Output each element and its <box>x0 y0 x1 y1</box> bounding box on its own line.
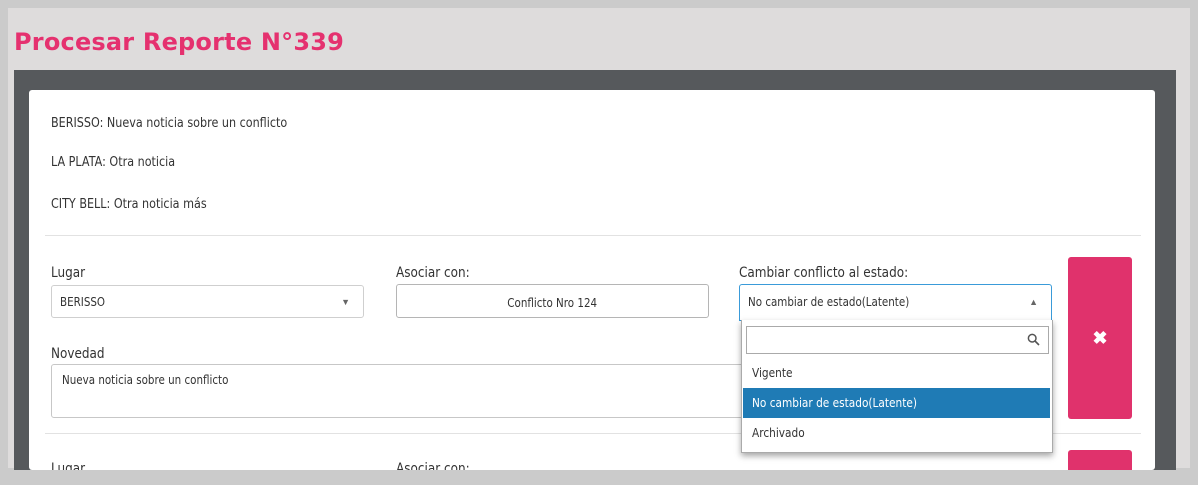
dropdown-option-latente[interactable]: No cambiar de estado(Latente) <box>743 388 1050 418</box>
close-icon: ✖ <box>1092 327 1108 348</box>
estado-label: Cambiar conflicto al estado: <box>739 265 909 281</box>
news-item: LA PLATA: Otra noticia <box>51 155 176 170</box>
lugar-select-value: BERISSO <box>60 295 106 309</box>
chevron-down-icon: ▼ <box>341 297 350 307</box>
dropdown-search[interactable] <box>746 326 1049 354</box>
delete-entry-button[interactable]: ✖ <box>1068 257 1132 419</box>
estado-select-value: No cambiar de estado(Latente) <box>748 295 910 309</box>
novedad-text: Nueva noticia sobre un conflicto <box>62 373 229 387</box>
lugar-label: Lugar <box>51 265 86 281</box>
divider <box>45 235 1141 236</box>
dropdown-option-archivado[interactable]: Archivado <box>743 418 1050 448</box>
asociar-label: Asociar con: <box>396 265 470 281</box>
news-item: CITY BELL: Otra noticia más <box>51 197 207 212</box>
dropdown-option-vigente[interactable]: Vigente <box>743 358 1050 388</box>
lugar-select[interactable]: BERISSO ▼ <box>51 285 364 318</box>
asociar-label-2: Asociar con: <box>396 461 470 470</box>
dropdown-search-input[interactable] <box>749 329 1023 353</box>
estado-dropdown: Vigente No cambiar de estado(Latente) Ar… <box>741 320 1053 453</box>
delete-entry-button-2[interactable] <box>1068 450 1132 470</box>
lugar-label-2: Lugar <box>51 461 86 470</box>
estado-select[interactable]: No cambiar de estado(Latente) ▲ <box>739 284 1052 321</box>
novedad-label: Novedad <box>51 346 105 362</box>
novedad-textarea[interactable]: Nueva noticia sobre un conflicto <box>51 364 751 418</box>
chevron-up-icon: ▲ <box>1029 297 1038 307</box>
news-item: BERISSO: Nueva noticia sobre un conflict… <box>51 116 288 131</box>
asociar-button[interactable]: Conflicto Nro 124 <box>396 284 709 318</box>
search-icon <box>1027 333 1040 346</box>
page-title: Procesar Reporte N°339 <box>14 28 345 56</box>
asociar-value: Conflicto Nro 124 <box>507 296 598 310</box>
